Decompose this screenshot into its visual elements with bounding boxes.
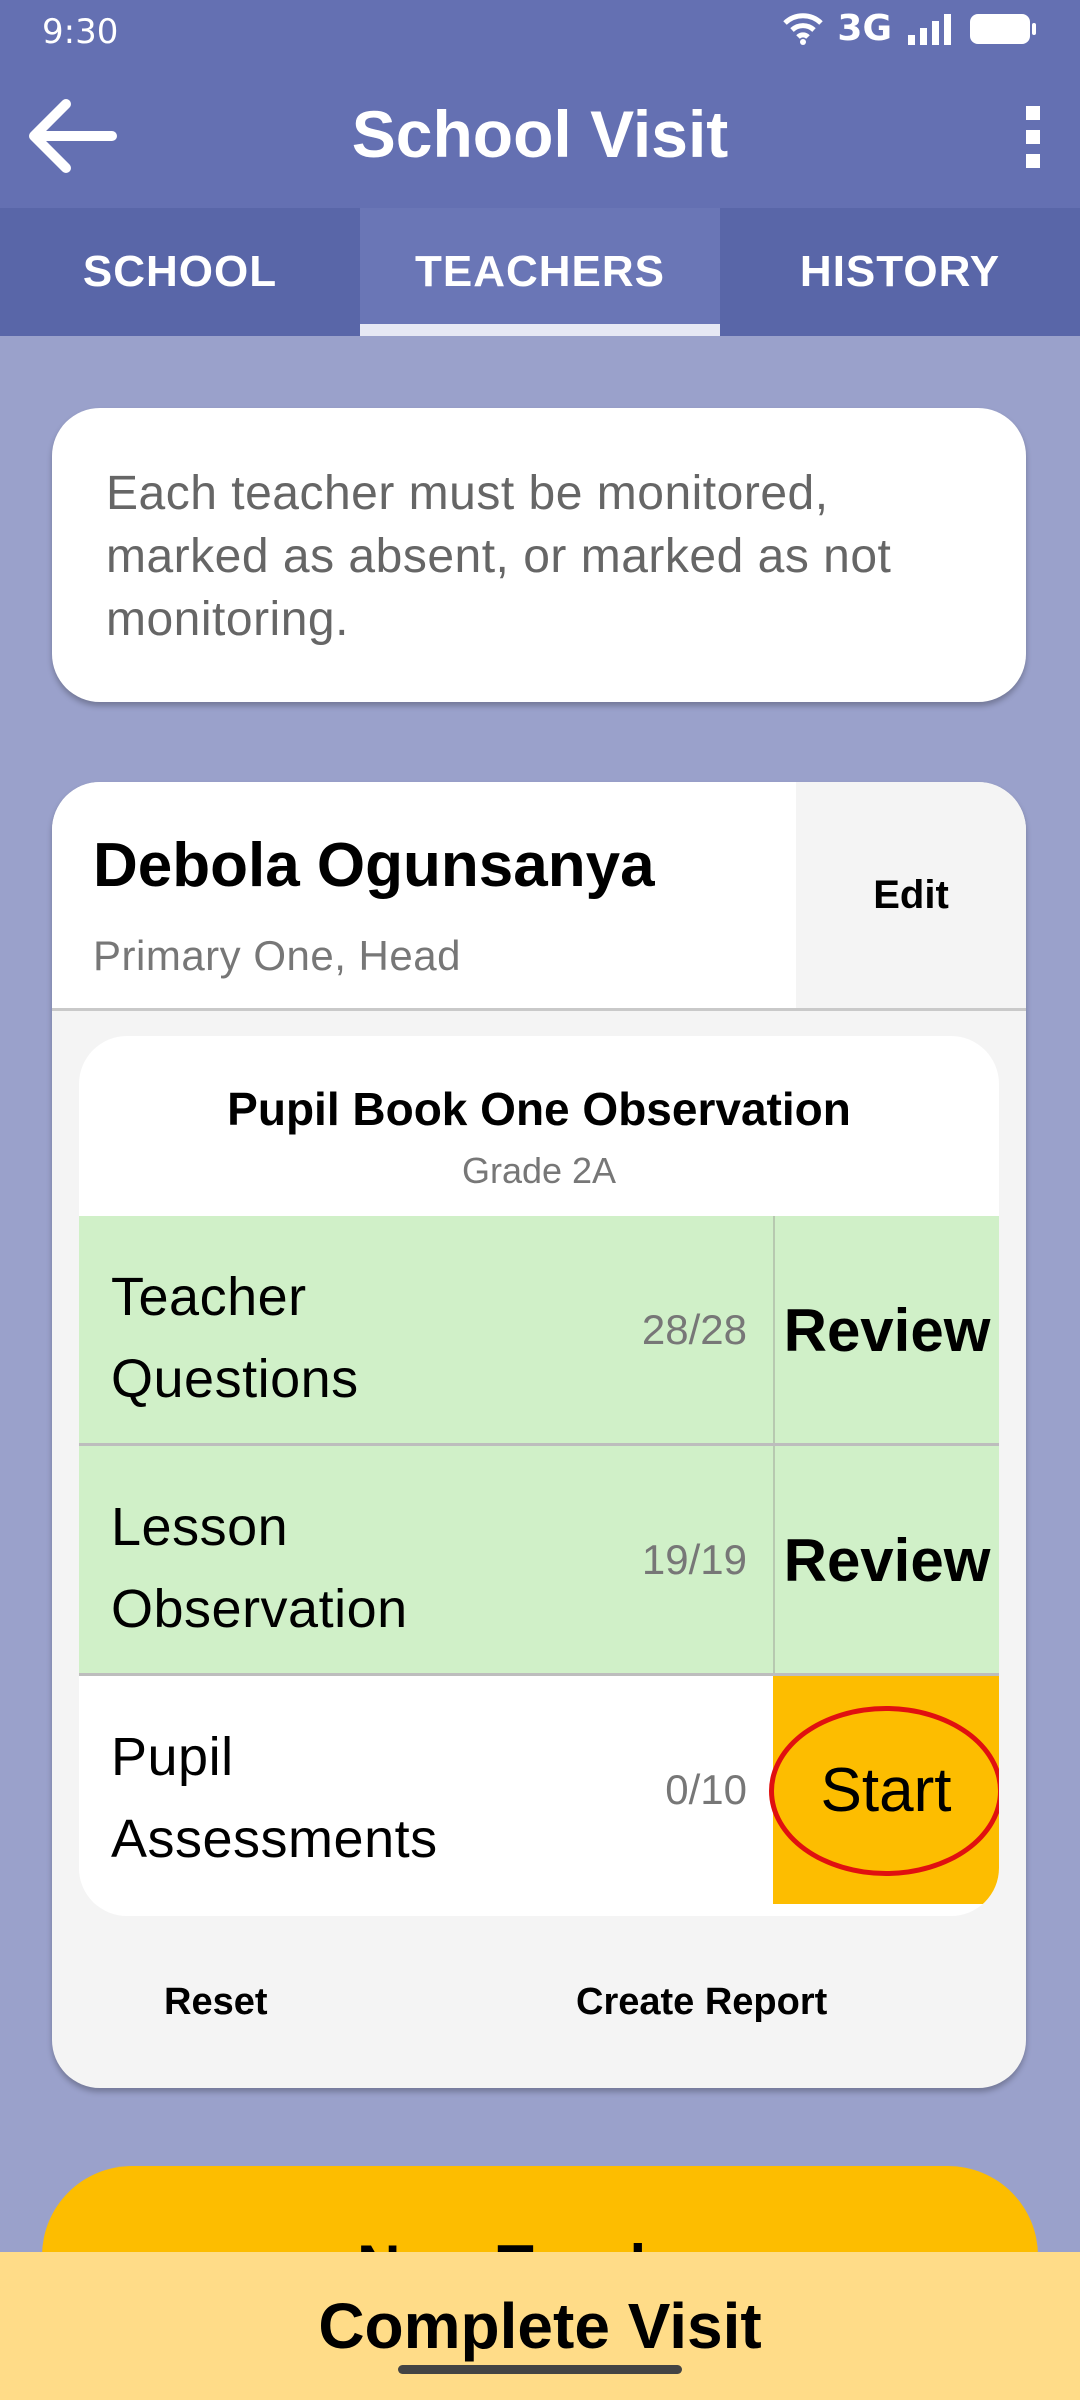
teacher-card: Debola Ogunsanya Primary One, Head Edit … (52, 782, 1026, 2088)
signal-icon (908, 13, 951, 45)
app-bar: School Visit (0, 62, 1080, 208)
info-message: Each teacher must be monitored, marked a… (52, 408, 1026, 702)
row-label-line: Pupil (111, 1727, 234, 1787)
page-title: School Visit (351, 97, 729, 171)
create-report-button[interactable]: Create Report (576, 1916, 827, 2088)
row-label-line: Teacher (111, 1267, 307, 1327)
row-label-line: Questions (111, 1349, 359, 1409)
row-progress-count: 0/10 (665, 1766, 747, 1813)
complete-visit-button[interactable]: Complete Visit (0, 2252, 1080, 2400)
row-lesson-observation: Lesson Observation 19/19 Review (79, 1446, 999, 1674)
row-label: Lesson Observation (111, 1486, 408, 1650)
teacher-name: Debola Ogunsanya (93, 831, 655, 900)
wifi-icon (783, 12, 824, 45)
more-options-button[interactable] (992, 92, 1072, 182)
tab-teachers[interactable]: TEACHERS (360, 208, 720, 336)
row-progress-count: 28/28 (641, 1306, 747, 1353)
observation-grade: Grade 2A (461, 1150, 617, 1191)
row-teacher-questions: Teacher Questions 28/28 Review (79, 1216, 999, 1444)
status-time: 9:30 (42, 12, 119, 52)
network-type: 3G (837, 8, 892, 49)
row-label-line: Assessments (111, 1809, 438, 1869)
teacher-card-footer: Reset Create Report (52, 1916, 1026, 2088)
row-pupil-assessments: Pupil Assessments 0/10 Start (79, 1676, 999, 1904)
review-button[interactable]: Review (773, 1216, 999, 1444)
teacher-header: Debola Ogunsanya Primary One, Head (52, 782, 796, 1008)
row-label: Teacher Questions (111, 1256, 359, 1420)
tab-bar: SCHOOL TEACHERS HISTORY (0, 208, 1080, 336)
teacher-subtitle: Primary One, Head (93, 932, 461, 979)
edit-teacher-button[interactable]: Edit (796, 782, 1026, 1008)
start-button[interactable]: Start (769, 1676, 999, 1904)
observation-title: Pupil Book One Observation (227, 1083, 851, 1135)
row-label-line: Lesson (111, 1497, 289, 1557)
tab-history[interactable]: HISTORY (720, 208, 1080, 336)
row-label: Pupil Assessments (111, 1716, 438, 1880)
battery-icon (970, 13, 1036, 44)
observation-card: Pupil Book One Observation Grade 2A Teac… (79, 1036, 999, 1916)
review-button[interactable]: Review (773, 1446, 999, 1674)
reset-button[interactable]: Reset (164, 1916, 268, 2088)
more-vertical-icon (1026, 106, 1040, 168)
divider (52, 1008, 1026, 1011)
status-bar: 9:30 3G (0, 0, 1080, 62)
tab-school[interactable]: SCHOOL (0, 208, 360, 336)
status-icons: 3G (783, 8, 1038, 49)
start-button-label: Start (820, 1755, 952, 1825)
home-indicator[interactable] (398, 2365, 682, 2374)
row-progress-count: 19/19 (641, 1536, 747, 1583)
row-label-line: Observation (111, 1579, 408, 1639)
